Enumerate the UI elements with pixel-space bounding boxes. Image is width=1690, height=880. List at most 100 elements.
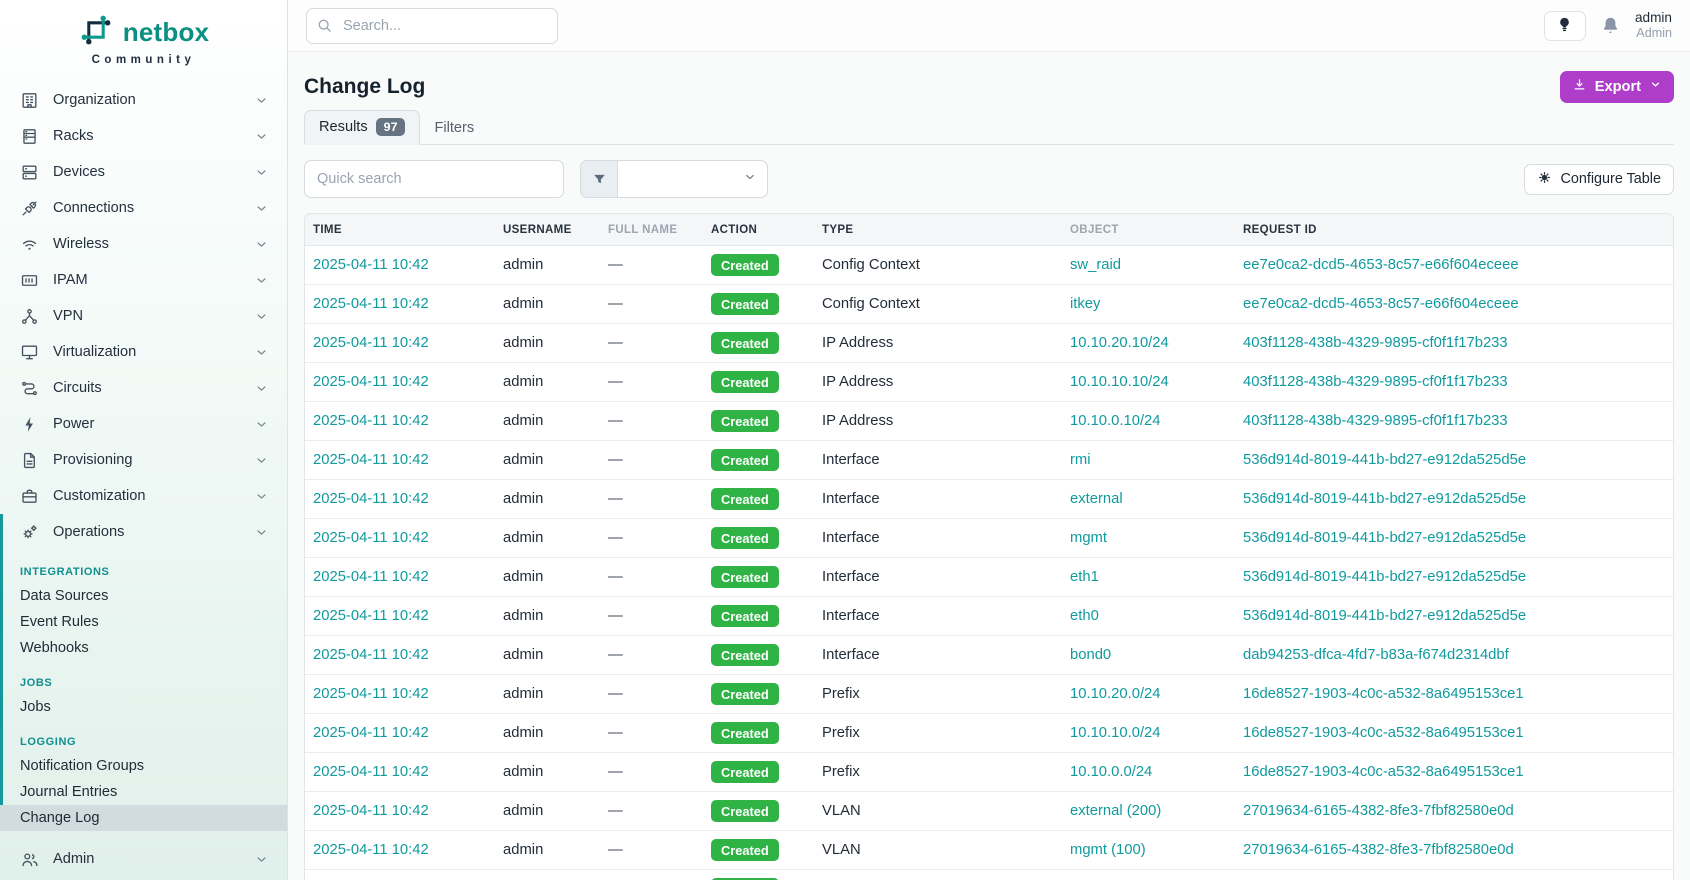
request-id-link[interactable]: ee7e0ca2-dcd5-4653-8c57-e66f604eceee bbox=[1243, 296, 1519, 312]
sidebar-item-power[interactable]: Power bbox=[0, 406, 287, 442]
sidebar-item-provisioning[interactable]: Provisioning bbox=[0, 442, 287, 478]
object-link[interactable]: mgmt (100) bbox=[1070, 842, 1146, 858]
column-header-type[interactable]: TYPE bbox=[814, 214, 1062, 246]
request-id-cell: 403f1128-438b-4329-9895-cf0f1f17b233 bbox=[1235, 363, 1673, 402]
request-id-link[interactable]: 536d914d-8019-441b-bd27-e912da525d5e bbox=[1243, 530, 1526, 546]
action-created-badge: Created bbox=[711, 410, 779, 432]
tab-results[interactable]: Results 97 bbox=[304, 110, 420, 145]
time-link[interactable]: 2025-04-11 10:42 bbox=[313, 569, 429, 585]
sidebar-item-customization[interactable]: Customization bbox=[0, 478, 287, 514]
username-cell: admin bbox=[495, 792, 600, 831]
configure-table-button[interactable]: Configure Table bbox=[1524, 164, 1674, 195]
sidebar-open-group: OperationsINTEGRATIONSData SourcesEvent … bbox=[0, 514, 287, 831]
sidebar-item-webhooks[interactable]: Webhooks bbox=[3, 635, 287, 661]
request-id-link[interactable]: 27019634-6165-4382-8fe3-7fbf82580e0d bbox=[1243, 842, 1514, 858]
object-link[interactable]: rmi bbox=[1070, 452, 1091, 468]
request-id-link[interactable]: 536d914d-8019-441b-bd27-e912da525d5e bbox=[1243, 569, 1526, 585]
sidebar-item-devices[interactable]: Devices bbox=[0, 154, 287, 190]
request-id-link[interactable]: dab94253-dfca-4fd7-b83a-f674d2314dbf bbox=[1243, 647, 1509, 663]
full-name-cell: — bbox=[600, 558, 703, 597]
time-link[interactable]: 2025-04-11 10:42 bbox=[313, 608, 429, 624]
time-link[interactable]: 2025-04-11 10:42 bbox=[313, 335, 429, 351]
request-id-link[interactable]: 16de8527-1903-4c0c-a532-8a6495153ce1 bbox=[1243, 725, 1524, 741]
time-link[interactable]: 2025-04-11 10:42 bbox=[313, 803, 429, 819]
time-link[interactable]: 2025-04-11 10:42 bbox=[313, 413, 429, 429]
object-link[interactable]: sw_raid bbox=[1070, 257, 1121, 273]
object-link[interactable]: external bbox=[1070, 491, 1123, 507]
request-id-link[interactable]: 27019634-6165-4382-8fe3-7fbf82580e0d bbox=[1243, 803, 1514, 819]
object-link[interactable]: itkey bbox=[1070, 296, 1100, 312]
column-header-action[interactable]: ACTION bbox=[703, 214, 814, 246]
request-id-link[interactable]: 403f1128-438b-4329-9895-cf0f1f17b233 bbox=[1243, 413, 1508, 429]
table-row: 2025-04-11 10:42admin—CreatedIP Address1… bbox=[305, 324, 1673, 363]
full-name-cell: — bbox=[600, 714, 703, 753]
sidebar-item-racks[interactable]: Racks bbox=[0, 118, 287, 154]
time-link[interactable]: 2025-04-11 10:42 bbox=[313, 842, 429, 858]
global-search-input[interactable] bbox=[306, 8, 558, 44]
export-button[interactable]: Export bbox=[1560, 71, 1674, 103]
request-id-link[interactable]: 403f1128-438b-4329-9895-cf0f1f17b233 bbox=[1243, 374, 1508, 390]
tab-filters[interactable]: Filters bbox=[420, 113, 488, 144]
column-header-username[interactable]: USERNAME bbox=[495, 214, 600, 246]
sidebar-item-admin[interactable]: Admin bbox=[0, 841, 287, 877]
request-id-link[interactable]: 16de8527-1903-4c0c-a532-8a6495153ce1 bbox=[1243, 764, 1524, 780]
quick-search-input[interactable] bbox=[304, 160, 564, 198]
sidebar-item-change-log[interactable]: Change Log bbox=[0, 805, 287, 831]
request-id-link[interactable]: 536d914d-8019-441b-bd27-e912da525d5e bbox=[1243, 491, 1526, 507]
object-link[interactable]: eth1 bbox=[1070, 569, 1099, 585]
time-link[interactable]: 2025-04-11 10:42 bbox=[313, 296, 429, 312]
brand[interactable]: netbox Community bbox=[0, 0, 287, 74]
sidebar-item-operations[interactable]: Operations bbox=[3, 514, 287, 550]
action-filter-select[interactable] bbox=[580, 160, 768, 198]
sidebar-item-ipam[interactable]: IPAM bbox=[0, 262, 287, 298]
time-link[interactable]: 2025-04-11 10:42 bbox=[313, 530, 429, 546]
sidebar-item-connections[interactable]: Connections bbox=[0, 190, 287, 226]
object-link[interactable]: bond0 bbox=[1070, 647, 1111, 663]
sidebar-item-jobs[interactable]: Jobs bbox=[3, 694, 287, 720]
object-link[interactable]: 10.10.0.10/24 bbox=[1070, 413, 1161, 429]
request-id-link[interactable]: 16de8527-1903-4c0c-a532-8a6495153ce1 bbox=[1243, 686, 1524, 702]
object-link[interactable]: external (200) bbox=[1070, 803, 1161, 819]
sidebar-item-notification-groups[interactable]: Notification Groups bbox=[3, 753, 287, 779]
time-link[interactable]: 2025-04-11 10:42 bbox=[313, 374, 429, 390]
notifications-bell-icon[interactable] bbox=[1600, 15, 1621, 36]
column-header-request-id[interactable]: REQUEST ID bbox=[1235, 214, 1673, 246]
request-id-link[interactable]: 536d914d-8019-441b-bd27-e912da525d5e bbox=[1243, 452, 1526, 468]
action-cell: Created bbox=[703, 246, 814, 285]
username-cell: admin bbox=[495, 597, 600, 636]
time-link[interactable]: 2025-04-11 10:42 bbox=[313, 647, 429, 663]
sidebar-item-circuits[interactable]: Circuits bbox=[0, 370, 287, 406]
request-id-link[interactable]: 403f1128-438b-4329-9895-cf0f1f17b233 bbox=[1243, 335, 1508, 351]
time-link[interactable]: 2025-04-11 10:42 bbox=[313, 725, 429, 741]
object-link[interactable]: 10.10.10.0/24 bbox=[1070, 725, 1161, 741]
sidebar-item-vpn[interactable]: VPN bbox=[0, 298, 287, 334]
time-link[interactable]: 2025-04-11 10:42 bbox=[313, 257, 429, 273]
object-link[interactable]: mgmt bbox=[1070, 530, 1107, 546]
sidebar-item-data-sources[interactable]: Data Sources bbox=[3, 583, 287, 609]
username-cell: admin bbox=[495, 714, 600, 753]
object-link[interactable]: 10.10.0.0/24 bbox=[1070, 764, 1152, 780]
request-id-link[interactable]: 536d914d-8019-441b-bd27-e912da525d5e bbox=[1243, 608, 1526, 624]
time-link[interactable]: 2025-04-11 10:42 bbox=[313, 452, 429, 468]
sidebar-item-virtualization[interactable]: Virtualization bbox=[0, 334, 287, 370]
time-link[interactable]: 2025-04-11 10:42 bbox=[313, 764, 429, 780]
sidebar-item-organization[interactable]: Organization bbox=[0, 82, 287, 118]
time-link[interactable]: 2025-04-11 10:42 bbox=[313, 491, 429, 507]
sidebar-item-wireless[interactable]: Wireless bbox=[0, 226, 287, 262]
time-link[interactable]: 2025-04-11 10:42 bbox=[313, 686, 429, 702]
object-link[interactable]: eth0 bbox=[1070, 608, 1099, 624]
object-link[interactable]: 10.10.10.10/24 bbox=[1070, 374, 1169, 390]
sidebar-item-label: Connections bbox=[53, 200, 134, 216]
request-id-link[interactable]: ee7e0ca2-dcd5-4653-8c57-e66f604eceee bbox=[1243, 257, 1519, 273]
object-cell: bond0 bbox=[1062, 636, 1235, 675]
column-header-time[interactable]: TIME bbox=[305, 214, 495, 246]
user-menu[interactable]: admin Admin bbox=[1635, 10, 1672, 40]
username-cell: admin bbox=[495, 753, 600, 792]
sidebar-item-event-rules[interactable]: Event Rules bbox=[3, 609, 287, 635]
table-row: 2025-04-11 10:42admin—CreatedConfig Cont… bbox=[305, 285, 1673, 324]
sidebar-item-journal-entries[interactable]: Journal Entries bbox=[3, 779, 287, 805]
theme-toggle-button[interactable] bbox=[1544, 11, 1586, 41]
object-link[interactable]: 10.10.20.0/24 bbox=[1070, 686, 1161, 702]
sidebar-item-label: VPN bbox=[53, 308, 83, 324]
object-link[interactable]: 10.10.20.10/24 bbox=[1070, 335, 1169, 351]
